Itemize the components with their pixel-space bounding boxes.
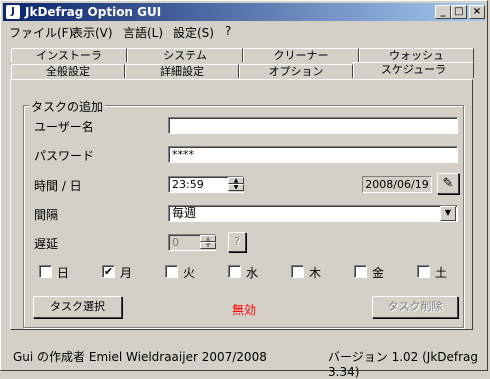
main-window: J JkDefrag Option GUI _ □ × ファイル(F) 表示(V…	[0, 0, 488, 379]
tab-cleaner[interactable]: クリーナー	[243, 48, 359, 62]
menu-bar: ファイル(F) 表示(V) 言語(L) 設定(S) ?	[3, 22, 485, 40]
tab-options[interactable]: オプション	[239, 64, 353, 78]
checkbox-wednesday[interactable]	[228, 265, 241, 278]
time-label: 時間 / 日	[34, 179, 82, 193]
username-label: ユーザー名	[34, 120, 94, 134]
label-thursday: 木	[309, 266, 322, 280]
date-display: 2008/06/19	[362, 176, 432, 193]
checkbox-sunday[interactable]	[39, 265, 52, 278]
delay-help-button[interactable]: ?	[228, 232, 246, 252]
spin-up-icon[interactable]: ▲	[200, 235, 216, 242]
menu-file[interactable]: ファイル(F)	[9, 24, 73, 41]
menu-settings[interactable]: 設定(S)	[173, 24, 214, 41]
password-input[interactable]: ****	[168, 146, 458, 163]
checkbox-friday[interactable]	[354, 265, 367, 278]
menu-help[interactable]: ?	[225, 24, 231, 38]
window-title: JkDefrag Option GUI	[25, 5, 162, 19]
tab-installer[interactable]: インストーラ	[11, 48, 127, 62]
chevron-down-icon[interactable]: ▼	[440, 206, 456, 221]
username-input[interactable]	[168, 117, 458, 134]
check-icon: ✔	[103, 265, 114, 278]
version-text: バージョン 1.02 (JkDefrag 3.34)	[328, 350, 479, 379]
tab-scheduler[interactable]: スケジューラ	[353, 62, 474, 78]
menu-language[interactable]: 言語(L)	[123, 24, 163, 41]
title-bar: J JkDefrag Option GUI _ □ ×	[3, 3, 485, 21]
calendar-button[interactable]: ✎	[437, 173, 459, 194]
checkbox-thursday[interactable]	[291, 265, 304, 278]
author-text: Gui の作成者 Emiel Wieldraaijer 2007/2008	[13, 350, 267, 364]
checkbox-monday[interactable]: ✔	[102, 265, 115, 278]
tab-advanced[interactable]: 詳細設定	[125, 64, 239, 78]
time-spinner[interactable]: ▲ ▼	[228, 177, 244, 192]
label-monday: 月	[120, 266, 133, 280]
delay-spinner[interactable]: ▲ ▼	[200, 235, 216, 250]
group-title: タスクの追加	[29, 98, 106, 115]
minimize-button[interactable]: _	[435, 5, 451, 19]
spin-down-icon[interactable]: ▼	[228, 184, 244, 191]
status-badge: 無効	[232, 303, 257, 317]
maximize-button[interactable]: □	[451, 5, 467, 19]
tab-general[interactable]: 全般設定	[11, 64, 125, 78]
spin-up-icon[interactable]: ▲	[228, 177, 244, 184]
label-tuesday: 火	[183, 266, 196, 280]
interval-select[interactable]: 毎週	[168, 205, 458, 222]
close-button[interactable]: ×	[469, 5, 485, 19]
label-friday: 金	[372, 266, 385, 280]
calendar-icon: ✎	[442, 176, 454, 191]
label-wednesday: 水	[246, 266, 259, 280]
tab-system[interactable]: システム	[127, 48, 243, 62]
select-task-button[interactable]: タスク選択	[33, 296, 122, 318]
checkbox-saturday[interactable]	[417, 265, 430, 278]
label-sunday: 日	[57, 266, 70, 280]
tab-wash[interactable]: ウォッシュ	[359, 48, 474, 62]
label-saturday: 土	[435, 266, 448, 280]
spin-down-icon[interactable]: ▼	[200, 242, 216, 249]
password-label: パスワード	[34, 149, 95, 163]
interval-label: 間隔	[34, 208, 59, 222]
delay-label: 遅延	[34, 237, 59, 251]
menu-view[interactable]: 表示(V)	[71, 24, 113, 41]
delete-task-button[interactable]: タスク削除	[372, 296, 458, 318]
app-icon: J	[6, 5, 20, 19]
checkbox-tuesday[interactable]	[165, 265, 178, 278]
